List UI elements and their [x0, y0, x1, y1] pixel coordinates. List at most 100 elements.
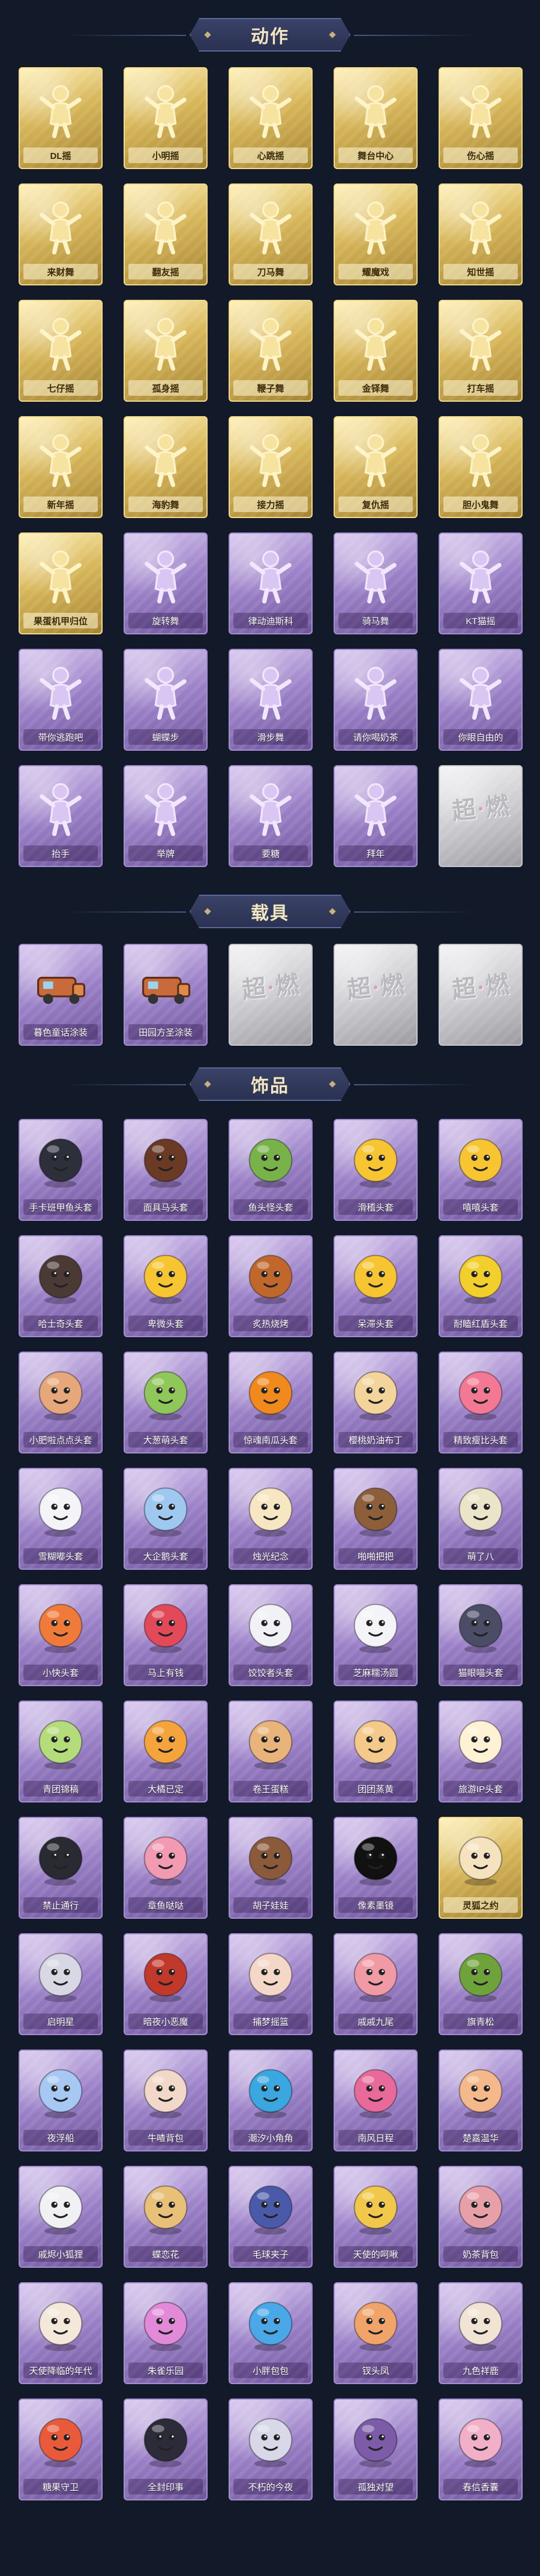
action-item-card[interactable]: 小明摇 — [124, 67, 208, 169]
action-item-card[interactable]: 知世摇 — [439, 183, 523, 285]
accessory-item-card[interactable]: 楚嘉温华 — [439, 2050, 523, 2151]
accessory-item-card[interactable]: 蝶恋花 — [124, 2166, 208, 2268]
accessory-item-card[interactable]: 暗夜小恶魔 — [124, 1933, 208, 2035]
action-item-card[interactable]: 金铎舞 — [334, 300, 418, 402]
vehicle-item-card[interactable]: 超·燃 — [334, 944, 418, 1046]
accessory-item-card[interactable]: 全封印事 — [124, 2399, 208, 2500]
action-item-card[interactable]: 七仔摇 — [19, 300, 103, 402]
accessory-item-card[interactable]: 面具马头套 — [124, 1119, 208, 1221]
action-item-card[interactable]: 来财舞 — [19, 183, 103, 285]
accessory-item-card[interactable]: 不朽的今夜 — [229, 2399, 313, 2500]
accessory-item-card[interactable]: 启明星 — [19, 1933, 103, 2035]
accessory-item-card[interactable]: 大葱萌头套 — [124, 1352, 208, 1453]
accessory-item-card[interactable]: 卷王蛋糕 — [229, 1701, 313, 1802]
accessory-item-card[interactable]: 樱桃奶油布丁 — [334, 1352, 418, 1453]
accessory-item-card[interactable]: 雪糊嘟头套 — [19, 1468, 103, 1570]
accessory-item-card[interactable]: 惊魂南瓜头套 — [229, 1352, 313, 1453]
action-item-card[interactable]: 接力摇 — [229, 416, 313, 518]
accessory-item-card[interactable]: 奶茶背包 — [439, 2166, 523, 2268]
accessory-item-card[interactable]: 小肥啦点点头套 — [19, 1352, 103, 1453]
accessory-item-card[interactable]: 糖果守卫 — [19, 2399, 103, 2500]
action-item-card[interactable]: 旋转舞 — [124, 532, 208, 634]
accessory-item-card[interactable]: 猫眼喵头套 — [439, 1584, 523, 1686]
accessory-item-card[interactable]: 旗青松 — [439, 1933, 523, 2035]
accessory-item-card[interactable]: 潮汐小角角 — [229, 2050, 313, 2151]
accessory-item-card[interactable]: 禁止通行 — [19, 1817, 103, 1919]
accessory-item-card[interactable]: 炙热烧烤 — [229, 1235, 313, 1337]
accessory-item-card[interactable]: 胡子娃娃 — [229, 1817, 313, 1919]
action-item-card[interactable]: 翻友摇 — [124, 183, 208, 285]
accessory-item-card[interactable]: 南风日程 — [334, 2050, 418, 2151]
action-item-card[interactable]: KT猫摇 — [439, 532, 523, 634]
accessory-item-card[interactable]: 朱雀乐园 — [124, 2282, 208, 2384]
action-item-card[interactable]: 带你逃跑吧 — [19, 649, 103, 751]
accessory-item-card[interactable]: 滑稽头套 — [334, 1119, 418, 1221]
vehicle-item-card[interactable]: 超·燃 — [439, 944, 523, 1046]
action-item-card[interactable]: 心跳摇 — [229, 67, 313, 169]
accessory-item-card[interactable]: 大企鹅头套 — [124, 1468, 208, 1570]
accessory-item-card[interactable]: 春信香囊 — [439, 2399, 523, 2500]
accessory-item-card[interactable]: 芝麻糯汤圆 — [334, 1584, 418, 1686]
accessory-item-card[interactable]: 卑微头套 — [124, 1235, 208, 1337]
accessory-item-card[interactable]: 大橘已定 — [124, 1701, 208, 1802]
action-item-card[interactable]: 鞭子舞 — [229, 300, 313, 402]
accessory-item-card[interactable]: 毛球夹子 — [229, 2166, 313, 2268]
accessory-item-card[interactable]: 哈士奇头套 — [19, 1235, 103, 1337]
accessory-item-card[interactable]: 九色祥鹿 — [439, 2282, 523, 2384]
accessory-item-card[interactable]: 啪啪把把 — [334, 1468, 418, 1570]
accessory-item-card[interactable]: 饺饺者头套 — [229, 1584, 313, 1686]
accessory-item-card[interactable]: 青团锦稿 — [19, 1701, 103, 1802]
action-item-card[interactable]: 新年摇 — [19, 416, 103, 518]
accessory-item-card[interactable]: 像素墨镜 — [334, 1817, 418, 1919]
action-item-card[interactable]: 抬手 — [19, 765, 103, 867]
action-item-card[interactable]: 骑马舞 — [334, 532, 418, 634]
accessory-item-card[interactable]: 鱼头怪头套 — [229, 1119, 313, 1221]
accessory-item-card[interactable]: 章鱼哒哒 — [124, 1817, 208, 1919]
accessory-item-card[interactable]: 戚戚九尾 — [334, 1933, 418, 2035]
accessory-item-card[interactable]: 天使的呵啾 — [334, 2166, 418, 2268]
accessory-item-card[interactable]: 戚烬小狐狸 — [19, 2166, 103, 2268]
action-item-card[interactable]: 海豹舞 — [124, 416, 208, 518]
action-item-card[interactable]: 请你喝奶茶 — [334, 649, 418, 751]
vehicle-item-card[interactable]: 田园方圣涂装 — [124, 944, 208, 1046]
accessory-item-card[interactable]: 小胖包包 — [229, 2282, 313, 2384]
action-item-card[interactable]: 果蛋机甲归位 — [19, 532, 103, 634]
accessory-item-card[interactable]: 小快头套 — [19, 1584, 103, 1686]
action-item-card[interactable]: 舞台中心 — [334, 67, 418, 169]
accessory-item-card[interactable]: 孤独对望 — [334, 2399, 418, 2500]
action-item-card[interactable]: 胆小鬼舞 — [439, 416, 523, 518]
action-item-card[interactable]: 你眼自由的 — [439, 649, 523, 751]
action-item-card[interactable]: 超·燃 — [439, 765, 523, 867]
action-item-card[interactable]: 孤身摇 — [124, 300, 208, 402]
action-item-card[interactable]: 滑步舞 — [229, 649, 313, 751]
accessory-item-card[interactable]: 捕梦摇篮 — [229, 1933, 313, 2035]
accessory-item-card[interactable]: 呆滞头套 — [334, 1235, 418, 1337]
accessory-item-card[interactable]: 萌了八 — [439, 1468, 523, 1570]
action-item-card[interactable]: 律动迪斯科 — [229, 532, 313, 634]
accessory-item-card[interactable]: 旅游IP头套 — [439, 1701, 523, 1802]
accessory-item-card[interactable]: 灵狐之约 — [439, 1817, 523, 1919]
accessory-item-card[interactable]: 马上有钱 — [124, 1584, 208, 1686]
action-item-card[interactable]: 复仇摇 — [334, 416, 418, 518]
action-item-card[interactable]: 耀魔戏 — [334, 183, 418, 285]
accessory-item-card[interactable]: 手卡班甲鱼头套 — [19, 1119, 103, 1221]
action-item-card[interactable]: 要糖 — [229, 765, 313, 867]
accessory-item-card[interactable]: 耐瞌红盾头套 — [439, 1235, 523, 1337]
accessory-item-card[interactable]: 牛喳背包 — [124, 2050, 208, 2151]
vehicle-item-card[interactable]: 暮色童话涂装 — [19, 944, 103, 1046]
accessory-item-card[interactable]: 烛光纪念 — [229, 1468, 313, 1570]
action-item-card[interactable]: 拜年 — [334, 765, 418, 867]
accessory-item-card[interactable]: 嘻嘻头套 — [439, 1119, 523, 1221]
action-item-card[interactable]: DL摇 — [19, 67, 103, 169]
accessory-item-card[interactable]: 钗头凤 — [334, 2282, 418, 2384]
action-item-card[interactable]: 举牌 — [124, 765, 208, 867]
accessory-item-card[interactable]: 团团蒸黄 — [334, 1701, 418, 1802]
accessory-item-card[interactable]: 夜浮船 — [19, 2050, 103, 2151]
accessory-item-card[interactable]: 天使降临的年代 — [19, 2282, 103, 2384]
action-item-card[interactable]: 刀马舞 — [229, 183, 313, 285]
action-item-card[interactable]: 打车摇 — [439, 300, 523, 402]
accessory-item-card[interactable]: 精致瘦比头套 — [439, 1352, 523, 1453]
vehicle-item-card[interactable]: 超·燃 — [229, 944, 313, 1046]
action-item-card[interactable]: 蝴蝶步 — [124, 649, 208, 751]
action-item-card[interactable]: 伤心摇 — [439, 67, 523, 169]
